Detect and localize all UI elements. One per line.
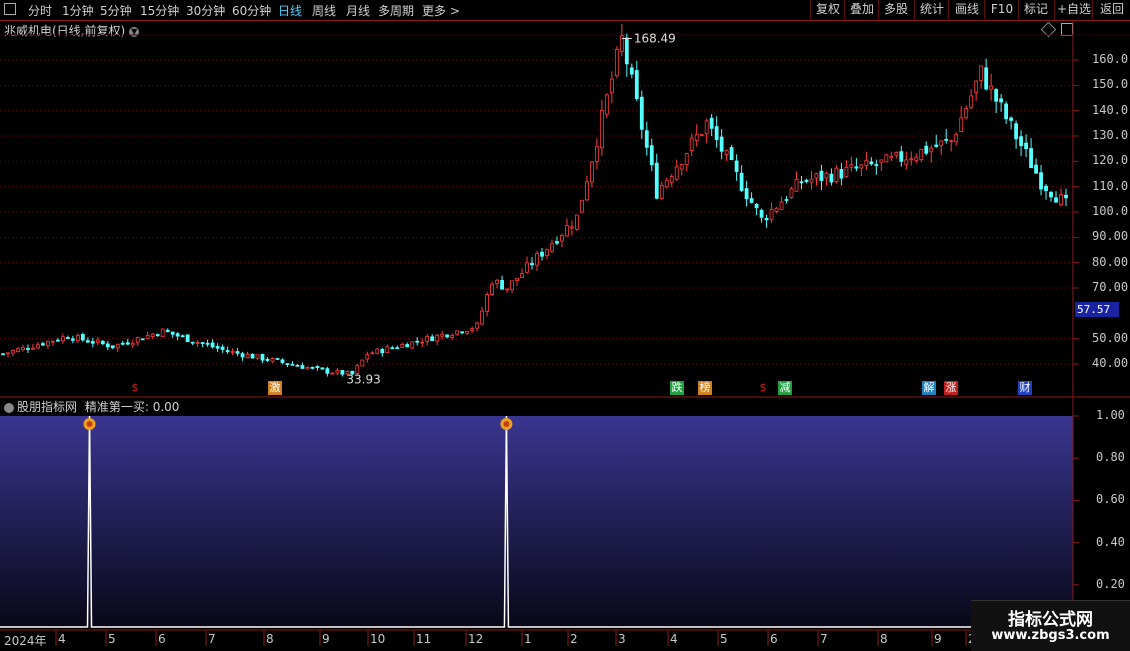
- date-axis-label: 8: [266, 632, 274, 646]
- date-axis-label: 5: [108, 632, 116, 646]
- watermark-url: www.zbgs3.com: [991, 628, 1110, 643]
- watermark-logo: 指标公式网 www.zbgs3.com: [971, 600, 1130, 651]
- date-axis-label: 1: [524, 632, 532, 646]
- date-axis-label: 6: [770, 632, 778, 646]
- date-axis-label: 7: [820, 632, 828, 646]
- indicator-chart[interactable]: [0, 0, 1130, 650]
- date-axis-label: 4: [58, 632, 66, 646]
- date-axis-label: 7: [208, 632, 216, 646]
- date-axis-label: 3: [618, 632, 626, 646]
- indicator-y-tick: 0.80: [1096, 450, 1125, 465]
- date-axis-label: 12: [468, 632, 484, 646]
- indicator-y-tick: 0.40: [1096, 534, 1125, 549]
- indicator-y-tick: 0.20: [1096, 576, 1125, 591]
- buy-signal-icon: [83, 418, 96, 430]
- date-axis-label: 2: [570, 632, 578, 646]
- date-axis-label: 9: [322, 632, 330, 646]
- date-axis-label: 4: [670, 632, 678, 646]
- date-axis-label: 9: [934, 632, 942, 646]
- date-axis-label: 5: [720, 632, 728, 646]
- watermark-title: 指标公式网: [1008, 610, 1093, 630]
- indicator-y-tick: 0.60: [1096, 492, 1125, 507]
- date-axis-label: 6: [158, 632, 166, 646]
- date-axis-label: 11: [416, 632, 432, 646]
- indicator-y-tick: 1.00: [1096, 408, 1125, 422]
- date-axis-label: 10: [370, 632, 386, 646]
- date-axis-label: 8: [880, 632, 888, 646]
- indicator-fill: [0, 416, 1073, 627]
- date-axis-label: 2024年: [4, 634, 47, 648]
- buy-signal-icon: [500, 418, 513, 430]
